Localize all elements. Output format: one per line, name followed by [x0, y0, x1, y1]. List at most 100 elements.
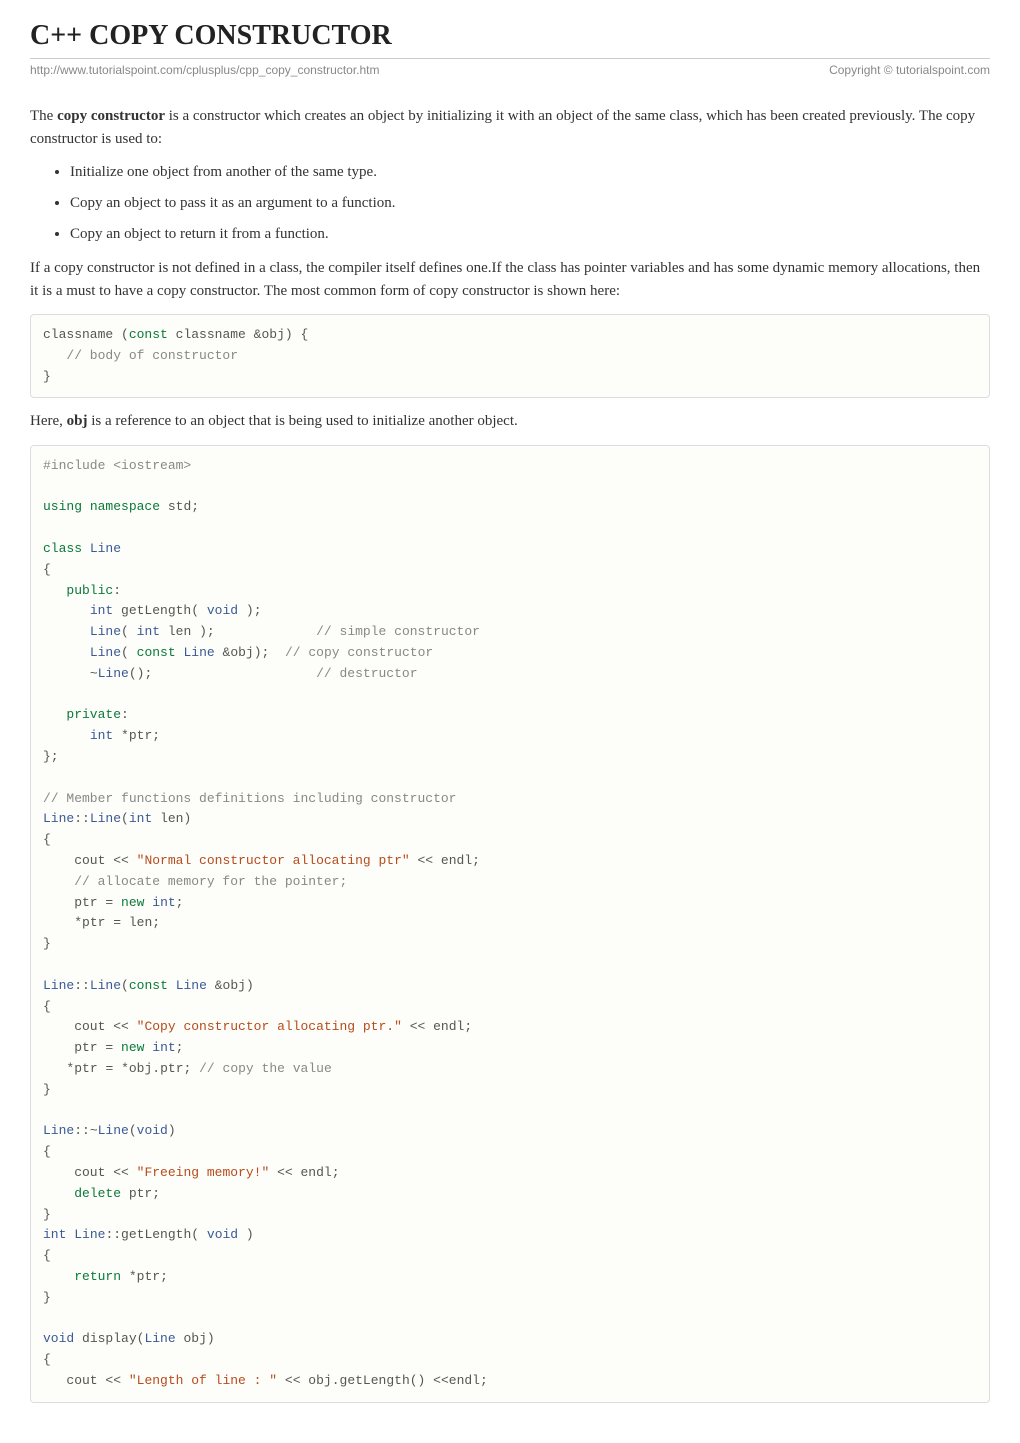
code-type: Line [90, 645, 121, 660]
copyright-text: Copyright © tutorialspoint.com [829, 63, 990, 77]
code-punct: :: [105, 1227, 121, 1242]
code-punct: ~ [90, 666, 98, 681]
code-sp [269, 645, 285, 660]
code-sp [82, 499, 90, 514]
code-punct: () [129, 666, 145, 681]
code-type: Line [43, 1123, 74, 1138]
code-punct: << [285, 1373, 301, 1388]
code-sp [43, 624, 90, 639]
code-text: ptr [160, 1061, 183, 1076]
para3-bold: obj [67, 413, 88, 429]
code-sp [129, 1165, 137, 1180]
code-punct: ( [121, 811, 129, 826]
code-sp [43, 1061, 66, 1076]
code-comment: // allocate memory for the pointer; [43, 874, 347, 889]
code-sp [129, 624, 137, 639]
intro-paragraph: The copy constructor is a constructor wh… [30, 105, 990, 150]
code-punct: :: [74, 811, 90, 826]
code-text: obj [176, 1331, 207, 1346]
code-text: ptr [121, 1186, 152, 1201]
code-punct: ( [121, 978, 129, 993]
intro-text-post: is a constructor which creates an object… [30, 108, 975, 147]
code-text: ptr [137, 1269, 160, 1284]
code-punct: ) [246, 978, 254, 993]
code-sp [43, 603, 90, 618]
code-text: display [74, 1331, 136, 1346]
code-punct: = [113, 915, 121, 930]
code-type: Line [176, 978, 207, 993]
code-punct: ( [191, 1227, 199, 1242]
code-keyword: namespace [90, 499, 160, 514]
code-sp [82, 541, 90, 556]
code-type: Line [144, 1331, 175, 1346]
code-sp [113, 728, 121, 743]
code-punct: ) [207, 1331, 215, 1346]
code-sp [207, 978, 215, 993]
code-punct: ; [207, 624, 215, 639]
code-sp [43, 1186, 74, 1201]
code-punct: ) [246, 1227, 254, 1242]
code-punct: { [43, 1144, 51, 1159]
code-comment: // simple constructor [316, 624, 480, 639]
code-keyword: public [66, 583, 113, 598]
code-sp [43, 728, 90, 743]
code-punct: << [105, 1373, 121, 1388]
code-sp [152, 666, 316, 681]
code-type: Line [98, 1123, 129, 1138]
code-text: obj [129, 1061, 152, 1076]
code-sp [43, 1269, 74, 1284]
code-punct: ; [152, 728, 160, 743]
code-punct: << [113, 1019, 129, 1034]
code-type: Line [90, 978, 121, 993]
code-punct: ) [254, 645, 262, 660]
code-punct: . [152, 1061, 160, 1076]
code-sp [113, 1040, 121, 1055]
code-text: std [160, 499, 191, 514]
code-sp [410, 853, 418, 868]
code-punct: ( [129, 1123, 137, 1138]
code-text: len [121, 915, 152, 930]
code-type: Line [90, 811, 121, 826]
code-type: int [129, 811, 152, 826]
code-keyword: class [43, 541, 82, 556]
code-sp [277, 1373, 285, 1388]
code-punct: ; [254, 603, 262, 618]
code-punct: ; [191, 499, 199, 514]
code-keyword: const [137, 645, 176, 660]
code-sp [199, 603, 207, 618]
code-sp [215, 624, 316, 639]
code-sp [168, 978, 176, 993]
code-type: Line [183, 645, 214, 660]
code-punct: { [43, 562, 51, 577]
code-text: getLength [340, 1373, 410, 1388]
code-punct: { [43, 1352, 51, 1367]
code-punct: & [215, 978, 223, 993]
code-sp [43, 666, 90, 681]
code-type: int [43, 1227, 66, 1242]
code-text: ptr [43, 895, 105, 910]
source-url[interactable]: http://www.tutorialspoint.com/cplusplus/… [30, 63, 380, 77]
code-text: ptr [82, 915, 113, 930]
code-sp [199, 1227, 207, 1242]
paragraph-2: If a copy constructor is not defined in … [30, 257, 990, 302]
code-sp [121, 1269, 129, 1284]
code-sp [269, 1165, 277, 1180]
code-punct: : [113, 583, 121, 598]
code-text: getLength [121, 1227, 191, 1242]
code-text: endl [425, 1019, 464, 1034]
code-comment: // copy the value [199, 1061, 332, 1076]
code-text: obj [301, 1373, 332, 1388]
para3-pre: Here, [30, 413, 67, 429]
code-text: obj [223, 978, 246, 993]
code-comment: // Member functions definitions includin… [43, 791, 456, 806]
code-sp [113, 1061, 121, 1076]
code-punct: () [410, 1373, 426, 1388]
code-punct: ; [160, 1269, 168, 1284]
code-text: len [160, 624, 199, 639]
code-sp [121, 1373, 129, 1388]
code-punct: << [113, 1165, 129, 1180]
code-type: Line [43, 811, 74, 826]
code-type: int [90, 603, 113, 618]
code-sp [191, 1061, 199, 1076]
code-block-2: #include <iostream> using namespace std;… [30, 445, 990, 1403]
